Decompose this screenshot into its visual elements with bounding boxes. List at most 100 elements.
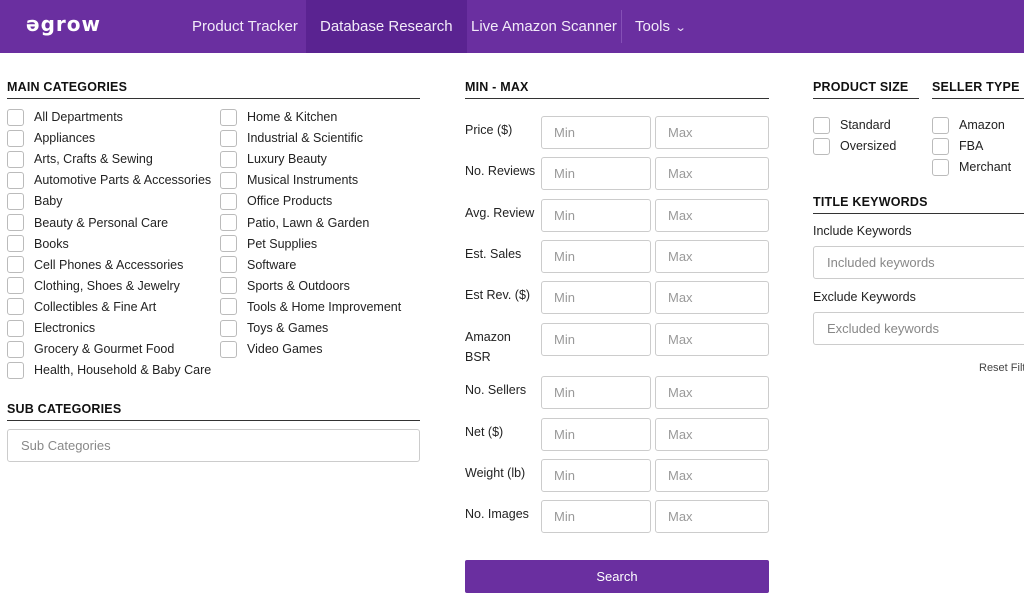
nav-tools-dropdown[interactable]: Tools ⌄ (621, 0, 699, 53)
category-option[interactable]: Industrial & Scientific (220, 128, 363, 148)
checkbox-label: Arts, Crafts & Sewing (34, 152, 153, 167)
min-input[interactable] (541, 116, 651, 149)
max-input[interactable] (655, 281, 769, 314)
checkbox[interactable] (7, 298, 24, 316)
min-input[interactable] (541, 240, 651, 273)
category-option[interactable]: Musical Instruments (220, 170, 358, 190)
nav-database-research[interactable]: Database Research (306, 0, 467, 53)
category-option[interactable]: Clothing, Shoes & Jewelry (7, 276, 180, 296)
checkbox-label: Oversized (840, 139, 897, 153)
search-button[interactable]: Search (465, 560, 769, 593)
include-keywords-input[interactable] (813, 246, 1024, 279)
max-input[interactable] (655, 376, 769, 409)
nav-live-amazon-scanner[interactable]: Live Amazon Scanner (457, 0, 631, 53)
category-option[interactable]: Office Products (220, 191, 332, 211)
category-option[interactable]: Baby (7, 191, 63, 211)
category-option[interactable]: Video Games (220, 339, 323, 359)
category-option[interactable]: Patio, Lawn & Garden (220, 213, 369, 233)
checkbox[interactable] (220, 108, 237, 126)
max-input[interactable] (655, 418, 769, 451)
checkbox[interactable] (813, 116, 830, 134)
checkbox[interactable] (7, 319, 24, 337)
max-input[interactable] (655, 500, 769, 533)
min-input[interactable] (541, 418, 651, 451)
checkbox[interactable] (7, 361, 24, 379)
seller-type-fba[interactable]: FBA (932, 136, 983, 156)
checkbox[interactable] (7, 150, 24, 168)
category-option[interactable]: Toys & Games (220, 318, 328, 338)
checkbox-label: Baby (34, 194, 63, 209)
checkbox[interactable] (220, 235, 237, 253)
min-input[interactable] (541, 199, 651, 232)
checkbox[interactable] (220, 150, 237, 168)
category-option[interactable]: All Departments (7, 107, 123, 127)
checkbox[interactable] (7, 192, 24, 210)
checkbox-label: Video Games (247, 342, 323, 357)
checkbox-label: Tools & Home Improvement (247, 299, 402, 314)
category-option[interactable]: Appliances (7, 128, 95, 148)
category-option[interactable]: Software (220, 255, 296, 275)
checkbox[interactable] (220, 129, 237, 147)
category-option[interactable]: Electronics (7, 318, 95, 338)
max-input[interactable] (655, 323, 769, 356)
checkbox[interactable] (7, 277, 24, 295)
checkbox-label: Sports & Outdoors (247, 278, 350, 293)
checkbox[interactable] (932, 158, 949, 176)
min-input[interactable] (541, 157, 651, 190)
category-option[interactable]: Pet Supplies (220, 234, 317, 254)
checkbox-label: Electronics (34, 321, 96, 335)
reset-filters-link[interactable]: Reset Filt (979, 362, 1024, 374)
checkbox[interactable] (7, 235, 24, 253)
checkbox[interactable] (220, 256, 237, 274)
category-option[interactable]: Cell Phones & Accessories (7, 255, 183, 275)
category-option[interactable]: Health, Household & Baby Care (7, 360, 211, 380)
checkbox[interactable] (7, 214, 24, 231)
checkbox[interactable] (7, 340, 24, 358)
exclude-keywords-input[interactable] (813, 312, 1024, 345)
max-input[interactable] (655, 199, 769, 232)
max-input[interactable] (655, 240, 769, 273)
product-size-oversized[interactable]: Oversized (813, 136, 896, 156)
checkbox[interactable] (220, 277, 237, 295)
category-option[interactable]: Automotive Parts & Accessories (7, 170, 211, 190)
max-input[interactable] (655, 459, 769, 492)
category-option[interactable]: Sports & Outdoors (220, 276, 350, 296)
checkbox[interactable] (220, 171, 237, 189)
checkbox-label: FBA (959, 139, 984, 153)
max-input[interactable] (655, 157, 769, 190)
min-input[interactable] (541, 459, 651, 492)
checkbox[interactable] (7, 171, 24, 189)
min-input[interactable] (541, 500, 651, 533)
checkbox[interactable] (220, 319, 237, 337)
checkbox[interactable] (220, 298, 237, 316)
category-option[interactable]: Tools & Home Improvement (220, 297, 401, 317)
checkbox[interactable] (7, 129, 24, 147)
min-input[interactable] (541, 281, 651, 314)
checkbox[interactable] (932, 137, 949, 155)
exclude-keywords-label: Exclude Keywords (813, 290, 916, 304)
sub-categories-input[interactable] (7, 429, 420, 462)
category-option[interactable]: Arts, Crafts & Sewing (7, 149, 153, 169)
category-option[interactable]: Books (7, 234, 69, 254)
product-size-standard[interactable]: Standard (813, 115, 891, 135)
category-option[interactable]: Luxury Beauty (220, 149, 327, 169)
category-option[interactable]: Grocery & Gourmet Food (7, 339, 174, 359)
checkbox[interactable] (7, 256, 24, 274)
seller-type-amazon[interactable]: Amazon (932, 115, 1005, 135)
egrow-logo[interactable]: ǝgrow (26, 12, 101, 36)
checkbox-label: Musical Instruments (247, 173, 359, 188)
checkbox[interactable] (220, 214, 237, 231)
min-input[interactable] (541, 323, 651, 356)
checkbox[interactable] (220, 192, 237, 210)
category-option[interactable]: Home & Kitchen (220, 107, 337, 127)
category-option[interactable]: Collectibles & Fine Art (7, 297, 156, 317)
checkbox[interactable] (7, 108, 24, 126)
checkbox[interactable] (220, 340, 237, 358)
seller-type-merchant[interactable]: Merchant (932, 157, 1011, 177)
max-input[interactable] (655, 116, 769, 149)
checkbox[interactable] (813, 137, 830, 155)
checkbox[interactable] (932, 116, 949, 134)
nav-product-tracker[interactable]: Product Tracker (178, 0, 312, 53)
category-option[interactable]: Beauty & Personal Care (7, 213, 168, 233)
min-input[interactable] (541, 376, 651, 409)
